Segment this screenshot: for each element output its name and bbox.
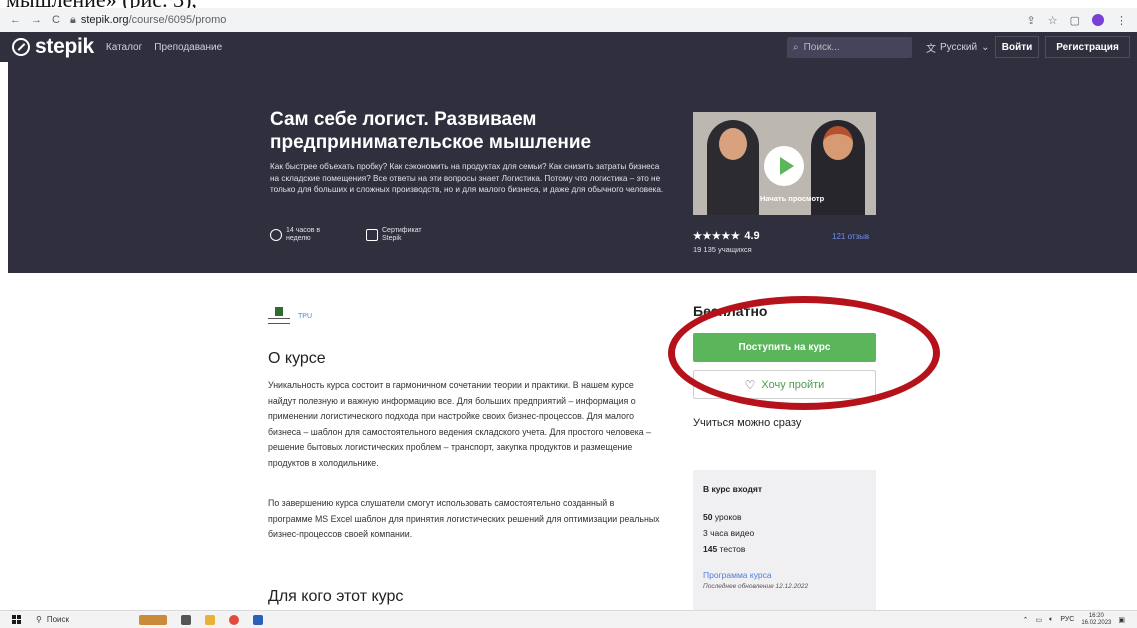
- nav-catalog[interactable]: Каталог: [106, 42, 142, 53]
- last-updated: Последнее обновление 12.12.2022: [703, 583, 809, 590]
- promo-video[interactable]: Начать просмотр: [693, 112, 876, 215]
- search-placeholder: Поиск...: [803, 42, 840, 53]
- includes-heading: В курс входят: [703, 484, 762, 494]
- includes-lessons: 50 уроков: [703, 512, 742, 522]
- word-icon[interactable]: [253, 614, 264, 625]
- url-path: /course/6095/promo: [128, 14, 227, 26]
- learners-count: 19 135 учащихся: [693, 245, 752, 254]
- play-icon[interactable]: [764, 146, 804, 186]
- windows-start-icon[interactable]: [12, 614, 22, 625]
- course-description: Как быстрее объехать пробку? Как сэконом…: [270, 162, 664, 194]
- course-hero: Сам себе логист. Развиваем предпринимате…: [8, 62, 1137, 273]
- course-rating: ★★★★★ 4.9: [693, 230, 760, 242]
- includes-tests: 145 тестов: [703, 544, 746, 554]
- chevron-down-icon: ⌄: [981, 42, 990, 53]
- windows-taskbar: ⚲ Поиск ⌃ ▭ 🔈︎ РУС 16:20 16.02.2023 ▣: [0, 610, 1137, 628]
- url-host: stepik.org: [80, 14, 129, 26]
- program-link[interactable]: Программа курса: [703, 570, 866, 580]
- share-icon[interactable]: ⇪: [1027, 14, 1036, 27]
- widgets-icon[interactable]: [139, 614, 168, 625]
- course-title: Сам себе логист. Развиваем предпринимате…: [270, 109, 592, 153]
- taskbar-apps: [139, 614, 264, 625]
- stepik-logo[interactable]: stepik: [0, 35, 94, 59]
- star-icon[interactable]: ☆: [1048, 14, 1058, 27]
- search-input[interactable]: ⌕ Поиск...: [787, 37, 912, 58]
- nav-teaching[interactable]: Преподавание: [154, 42, 222, 53]
- reload-icon[interactable]: C: [52, 14, 60, 26]
- task-view-icon[interactable]: [181, 614, 192, 625]
- instructor-left: [707, 120, 759, 215]
- language-label: Русский: [940, 42, 978, 53]
- fact-certificate: Сертификат Stepik: [366, 227, 430, 243]
- menu-icon[interactable]: ⋮: [1116, 14, 1127, 27]
- back-icon[interactable]: ←: [10, 14, 21, 26]
- clock-icon: [270, 229, 282, 241]
- rating-stars: ★★★★★: [693, 230, 741, 242]
- logo-text: stepik: [35, 35, 94, 58]
- about-heading: О курсе: [268, 350, 326, 367]
- course-facts: 14 часов в неделю Сертификат Stepik: [270, 227, 430, 243]
- browser-toolbar: ← → C 🔒︎ stepik.org/course/6095/promo ⇪ …: [0, 8, 1137, 32]
- profile-avatar[interactable]: [1092, 14, 1104, 26]
- translate-icon: 文: [926, 44, 936, 55]
- tray-expand-icon[interactable]: ⌃: [1023, 616, 1029, 624]
- sidepanel-icon[interactable]: ▢: [1070, 14, 1080, 27]
- clock[interactable]: 16:20 16.02.2023: [1081, 613, 1111, 627]
- system-tray: ⌃ ▭ 🔈︎ РУС 16:20 16.02.2023 ▣: [1023, 613, 1137, 627]
- language-selector[interactable]: 文 Русский ⌄: [926, 40, 990, 55]
- reviews-link[interactable]: 121 отзыв: [832, 232, 869, 241]
- input-language[interactable]: РУС: [1060, 616, 1074, 623]
- file-explorer-icon[interactable]: [205, 614, 216, 625]
- start-immediately-label: Учиться можно сразу: [693, 417, 802, 429]
- browser-actions: ⇪ ☆ ▢ ⋮: [1027, 14, 1137, 27]
- taskbar-search-label: Поиск: [46, 615, 70, 624]
- about-paragraph-1: Уникальность курса состоит в гармоничном…: [268, 380, 651, 468]
- fact-hours: 14 часов в неделю: [270, 227, 334, 243]
- site-header: stepik Каталог Преподавание ⌕ Поиск... 文…: [0, 32, 1137, 62]
- fact-certificate-label: Сертификат Stepik: [382, 227, 422, 242]
- screenshot: мышление» (рис. 3), ← → C 🔒︎ stepik.org/…: [0, 0, 1137, 628]
- volume-icon[interactable]: 🔈︎: [1049, 616, 1053, 624]
- forward-icon[interactable]: →: [31, 14, 42, 26]
- taskbar-search[interactable]: ⚲ Поиск: [36, 615, 69, 624]
- login-button[interactable]: Войти: [995, 36, 1039, 58]
- tpu-logo: [268, 307, 290, 325]
- browser-nav: ← → C: [0, 14, 66, 26]
- start-watching-label: Начать просмотр: [760, 194, 825, 203]
- organization[interactable]: TPU: [268, 307, 312, 325]
- register-button[interactable]: Регистрация: [1045, 36, 1130, 58]
- notifications-icon[interactable]: ▣: [1118, 616, 1125, 624]
- header-nav: Каталог Преподавание: [106, 42, 222, 53]
- logo-icon: [12, 38, 30, 56]
- rating-value: 4.9: [744, 230, 760, 242]
- network-icon[interactable]: ▭: [1035, 616, 1042, 624]
- chrome-icon[interactable]: [229, 614, 240, 625]
- document-caption: мышление» (рис. 3),: [0, 0, 1137, 8]
- search-icon: ⌕: [793, 42, 799, 53]
- includes-video: 3 часа видео: [703, 528, 755, 538]
- search-icon: ⚲: [36, 615, 42, 624]
- certificate-icon: [366, 229, 378, 241]
- organization-name: TPU: [298, 312, 312, 320]
- fact-hours-label: 14 часов в неделю: [286, 227, 321, 242]
- audience-heading: Для кого этот курс: [268, 588, 404, 605]
- about-paragraph-2: По завершению курса слушатели смогут исп…: [268, 498, 660, 539]
- address-bar[interactable]: 🔒︎ stepik.org/course/6095/promo: [70, 14, 226, 27]
- annotation-oval: [668, 296, 940, 410]
- course-includes-panel: В курс входят 50 уроков 3 часа видео 145…: [693, 470, 876, 610]
- lock-icon: 🔒︎: [70, 13, 76, 26]
